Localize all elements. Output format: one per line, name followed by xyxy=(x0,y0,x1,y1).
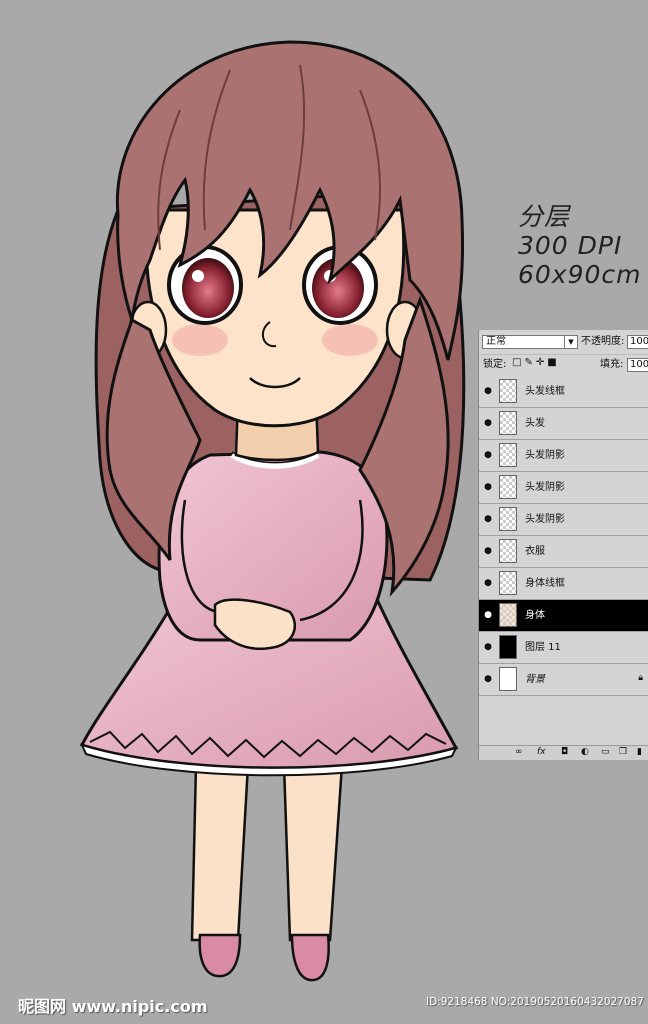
info-layered: 分层 xyxy=(518,202,571,231)
layer-row[interactable]: ● 头发阴影 xyxy=(479,504,648,536)
layer-thumbnail xyxy=(499,635,517,659)
lock-all-icon[interactable]: ■ xyxy=(547,357,559,368)
layer-thumbnail xyxy=(499,475,517,499)
file-info: 分层 300 DPI 60x90cm xyxy=(518,202,642,289)
group-icon[interactable]: ▭ xyxy=(601,747,610,757)
eye-icon[interactable]: ● xyxy=(482,417,494,429)
lock-label: 锁定: xyxy=(483,359,507,370)
layer-row[interactable]: ● 背景 🔒︎ xyxy=(479,664,648,696)
eye-icon[interactable]: ● xyxy=(482,385,494,397)
layer-name: 头发 xyxy=(525,418,545,429)
layer-thumbnail xyxy=(499,571,517,595)
layer-thumbnail xyxy=(499,411,517,435)
blend-bar: 正常 ▼ 不透明度: 100% xyxy=(479,330,648,355)
eye-icon[interactable]: ● xyxy=(482,449,494,461)
eye-icon[interactable]: ● xyxy=(482,545,494,557)
layer-row[interactable]: ● 头发阴影 xyxy=(479,472,648,504)
layer-name: 头发阴影 xyxy=(525,450,565,461)
layer-row[interactable]: ● 头发阴影 xyxy=(479,440,648,472)
layers-panel: 正常 ▼ 不透明度: 100% 锁定: □✎✛■ 填充: 100% ● 头发线框… xyxy=(478,330,648,760)
lock-bar: 锁定: □✎✛■ 填充: 100% xyxy=(479,354,648,377)
watermark-logo: 昵图网 www.nipic.com xyxy=(18,997,208,1016)
layer-name: 身体 xyxy=(525,610,545,621)
lock-paint-icon[interactable]: ✎ xyxy=(524,357,535,368)
lock-icon: 🔒︎ xyxy=(638,673,643,683)
eye-icon[interactable]: ● xyxy=(482,577,494,589)
right-blush xyxy=(322,324,378,356)
layer-name: 头发阴影 xyxy=(525,482,565,493)
watermark-id: ID:9218468 NO:20190520160432027087 xyxy=(426,996,644,1008)
layer-thumbnail xyxy=(499,667,517,691)
layer-thumbnail xyxy=(499,603,517,627)
layer-name: 衣服 xyxy=(525,546,545,557)
fx-icon[interactable]: fx xyxy=(537,747,546,757)
layer-row[interactable]: ● 头发 xyxy=(479,408,648,440)
fill-input[interactable]: 100% xyxy=(627,358,648,372)
eye-icon[interactable]: ● xyxy=(482,481,494,493)
left-iris xyxy=(182,258,234,318)
new-layer-icon[interactable]: ❐ xyxy=(619,747,627,757)
opacity-input[interactable]: 100% xyxy=(627,335,648,349)
layers-footer: ∞ fx ◘ ◐ ▭ ❐ ▮ xyxy=(479,745,648,760)
layer-name: 身体线框 xyxy=(525,578,565,589)
layer-thumbnail xyxy=(499,507,517,531)
layer-list: ● 头发线框 ● 头发 ● 头发阴影 ● 头发阴影 ● 头发阴影 ● 衣服 ● … xyxy=(479,376,648,696)
layer-row[interactable]: ● 衣服 xyxy=(479,536,648,568)
blend-mode-value: 正常 xyxy=(486,336,506,347)
info-size: 60x90cm xyxy=(518,260,642,289)
left-shoe xyxy=(198,933,242,978)
layer-name: 头发阴影 xyxy=(525,514,565,525)
layer-name: 图层 11 xyxy=(525,642,561,653)
lock-move-icon[interactable]: ✛ xyxy=(536,357,547,368)
chevron-down-icon: ▼ xyxy=(564,336,577,348)
opacity-label: 不透明度: xyxy=(581,336,625,347)
layer-row-selected[interactable]: ● 身体 xyxy=(479,600,648,632)
left-blush xyxy=(172,324,228,356)
layer-row[interactable]: ● 身体线框 xyxy=(479,568,648,600)
layer-row[interactable]: ● 图层 11 xyxy=(479,632,648,664)
info-dpi: 300 DPI xyxy=(518,231,623,260)
layer-name: 头发线框 xyxy=(525,386,565,397)
eye-icon[interactable]: ● xyxy=(482,609,494,621)
layer-thumbnail xyxy=(499,379,517,403)
eye-icon[interactable]: ● xyxy=(482,641,494,653)
adjustment-icon[interactable]: ◐ xyxy=(581,747,589,757)
trash-icon[interactable]: ▮ xyxy=(637,747,642,757)
eye-icon[interactable]: ● xyxy=(482,673,494,685)
fill-label: 填充: xyxy=(600,359,624,370)
right-leg xyxy=(282,763,344,942)
layer-name: 背景 xyxy=(525,674,545,685)
left-leg xyxy=(190,763,250,942)
layer-row[interactable]: ● 头发线框 xyxy=(479,376,648,408)
layer-thumbnail xyxy=(499,443,517,467)
lock-transparent-icon[interactable]: □ xyxy=(512,357,524,368)
layer-thumbnail xyxy=(499,539,517,563)
left-eye-highlight xyxy=(192,270,204,282)
link-icon[interactable]: ∞ xyxy=(515,747,523,757)
right-shoe xyxy=(290,933,330,982)
mask-icon[interactable]: ◘ xyxy=(561,747,568,757)
blend-mode-select[interactable]: 正常 ▼ xyxy=(482,335,578,349)
eye-icon[interactable]: ● xyxy=(482,513,494,525)
